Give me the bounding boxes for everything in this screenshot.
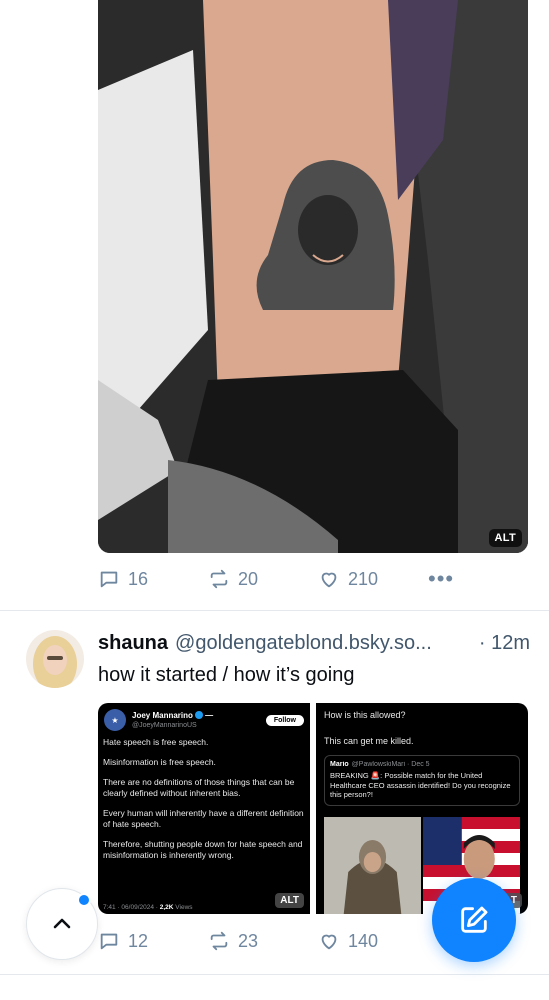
like-icon bbox=[321, 934, 337, 950]
reply-count: 16 bbox=[128, 568, 149, 589]
post-divider bbox=[0, 974, 549, 975]
post-actions: 16 20 210 ••• bbox=[98, 564, 454, 594]
like-button[interactable]: 140 bbox=[318, 930, 428, 952]
more-icon[interactable]: ••• bbox=[428, 566, 454, 592]
quote-photo-left bbox=[324, 817, 421, 914]
compose-icon bbox=[461, 906, 488, 933]
reply-button[interactable]: 12 bbox=[98, 930, 208, 952]
quote-header: Mario @PawlowskiMari · Dec 5 bbox=[330, 761, 514, 768]
reply-icon bbox=[100, 571, 118, 588]
quote-text: BREAKING 🚨: Possible match for the Unite… bbox=[330, 771, 511, 799]
reply-button[interactable]: 16 bbox=[98, 568, 208, 590]
handle[interactable]: @goldengateblond.bsky.so... bbox=[175, 632, 471, 655]
post-divider bbox=[0, 610, 549, 611]
tweet-views-label: Views bbox=[175, 904, 193, 911]
post-actions: 12 23 140 bbox=[98, 926, 428, 956]
quote-author-handle: @PawlowskiMari · Dec 5 bbox=[351, 761, 430, 768]
alt-badge[interactable]: ALT bbox=[488, 529, 522, 547]
like-count: 210 bbox=[348, 568, 379, 589]
new-posts-indicator bbox=[77, 893, 91, 907]
tweet-header: ★ Joey Mannarino — @JoeyMannarinoUS Foll… bbox=[98, 703, 310, 731]
like-icon bbox=[321, 572, 337, 588]
feed: ALT 16 20 210 ••• shauna @goldengateblon… bbox=[0, 0, 549, 1000]
reply-count: 12 bbox=[128, 930, 149, 951]
timestamp[interactable]: · 12m bbox=[479, 632, 530, 655]
tweet-line: Therefore, shutting people down for hate… bbox=[103, 839, 303, 860]
avatar-photo bbox=[26, 630, 84, 688]
tweet-line: Misinformation is free speech. bbox=[103, 757, 216, 767]
repost-icon bbox=[210, 569, 228, 589]
like-button[interactable]: 210 bbox=[318, 568, 428, 590]
gallery-image-left[interactable]: ★ Joey Mannarino — @JoeyMannarinoUS Foll… bbox=[98, 703, 310, 914]
alt-badge[interactable]: ALT bbox=[275, 893, 304, 908]
post-text: how it started / how it’s going bbox=[98, 664, 355, 686]
tweet-views: 2,2K bbox=[159, 904, 174, 911]
tweet-line: There are no definitions of those things… bbox=[103, 777, 295, 798]
tweet-time: 7:41 · 06/09/2024 · bbox=[103, 904, 158, 911]
follow-label: Follow bbox=[265, 714, 304, 726]
tweet-avatar: ★ bbox=[104, 709, 126, 731]
compose-button[interactable] bbox=[432, 878, 516, 962]
tweet-author-name: Joey Mannarino bbox=[132, 710, 193, 720]
tweet-line: This can get me killed. bbox=[324, 736, 414, 746]
tweet-author-handle: @JoeyMannarinoUS bbox=[132, 721, 197, 729]
verified-icon bbox=[194, 710, 203, 719]
repost-count: 23 bbox=[238, 930, 259, 951]
tweet-body: Hate speech is free speech. Misinformati… bbox=[98, 731, 310, 861]
display-name[interactable]: shauna bbox=[98, 632, 168, 655]
quote-author-name: Mario bbox=[330, 761, 349, 768]
repost-icon bbox=[210, 931, 228, 951]
tweet-line: Every human will inherently have a diffe… bbox=[103, 808, 304, 829]
tweet-line: Hate speech is free speech. bbox=[103, 737, 209, 747]
avatar[interactable] bbox=[26, 630, 84, 688]
repost-button[interactable]: 20 bbox=[208, 568, 318, 590]
like-count: 140 bbox=[348, 930, 379, 951]
chevron-up-icon bbox=[53, 918, 71, 929]
tattoo-photo bbox=[98, 0, 528, 553]
post-header: shauna @goldengateblond.bsky.so... · 12m bbox=[98, 632, 530, 655]
reply-icon bbox=[100, 933, 118, 950]
repost-button[interactable]: 23 bbox=[208, 930, 318, 952]
gallery-image-right[interactable]: How is this allowed? This can get me kil… bbox=[316, 703, 528, 914]
tweet-footer: 7:41 · 06/09/2024 · 2,2K Views bbox=[103, 904, 193, 911]
tweet-author-suffix: — bbox=[205, 710, 214, 720]
post-image[interactable]: ALT bbox=[98, 0, 528, 553]
repost-count: 20 bbox=[238, 568, 259, 589]
tweet-line: How is this allowed? bbox=[324, 710, 406, 720]
quote-card: Mario @PawlowskiMari · Dec 5 BREAKING 🚨:… bbox=[324, 755, 520, 806]
